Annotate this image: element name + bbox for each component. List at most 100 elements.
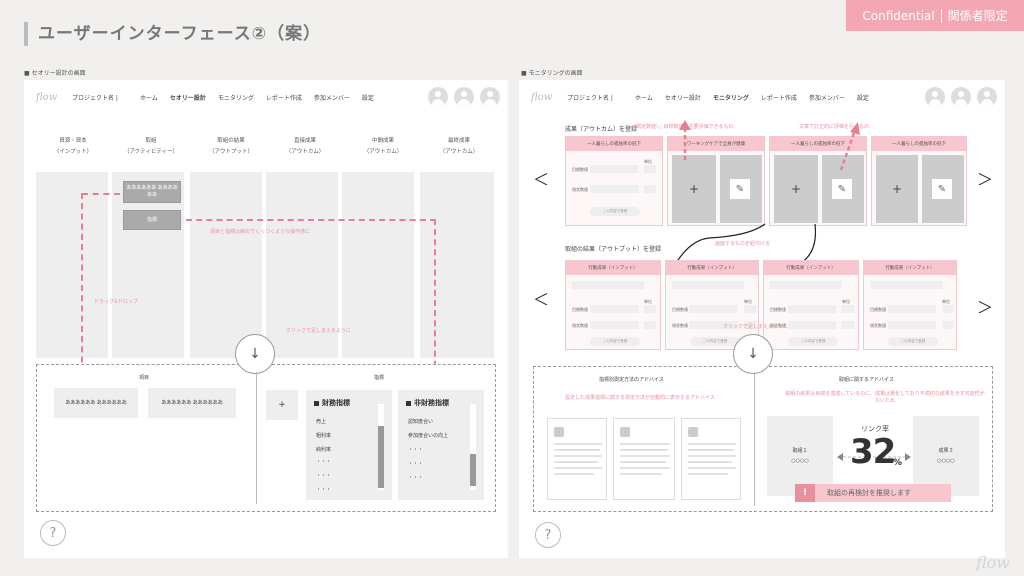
text-line [620, 443, 670, 445]
item-card[interactable]: ああああああ ああああああ [148, 388, 236, 418]
item-card[interactable]: ああああああ ああああああ [54, 388, 138, 418]
arrow-down-icon[interactable]: ↓ [733, 334, 773, 374]
advice-card[interactable] [681, 418, 741, 500]
avatar[interactable] [480, 87, 500, 107]
unit-select[interactable] [842, 305, 854, 313]
output-input[interactable] [672, 281, 744, 289]
register-button[interactable]: この内容で登録 [590, 337, 640, 346]
text-line [688, 461, 732, 463]
indicator-card[interactable]: 指標 [123, 210, 181, 230]
chevron-right-icon[interactable]: ＞ [977, 294, 993, 318]
scroll-thumb[interactable] [378, 426, 384, 488]
current-value-input[interactable] [888, 321, 936, 329]
help-icon[interactable]: ? [535, 522, 561, 548]
activity-sub: ○○○○ [791, 457, 809, 464]
add-hint: クリックで足しまえるように [286, 328, 351, 334]
register-button[interactable]: この内容で登録 [888, 337, 938, 346]
scroll-thumb[interactable] [470, 454, 476, 486]
app-logo[interactable]: flow [531, 92, 567, 103]
reconsider-alert-button[interactable]: ! 取組の再検討を推奨します [795, 484, 951, 502]
list-item: ・・・ [316, 487, 332, 493]
avatar[interactable] [925, 87, 945, 107]
target-value-input[interactable] [690, 305, 738, 313]
list-item[interactable]: 粗利率 [316, 432, 331, 439]
add-image-button[interactable]: + [774, 155, 818, 223]
nav-settings[interactable]: 設定 [857, 93, 869, 102]
confidential-label: Confidential [862, 8, 935, 23]
advice-card[interactable] [613, 418, 675, 500]
current-value-input[interactable] [788, 321, 836, 329]
app-logo[interactable]: flow [36, 92, 72, 103]
add-indicator-button[interactable]: + [266, 390, 298, 420]
unit-select[interactable] [644, 165, 656, 173]
register-button[interactable]: この内容で登録 [788, 337, 838, 346]
register-button[interactable]: この内容で登録 [690, 337, 740, 346]
output-input[interactable] [870, 281, 942, 289]
nav-home[interactable]: ホーム [140, 93, 158, 102]
drop-column[interactable] [420, 172, 494, 358]
output-input[interactable] [572, 281, 644, 289]
avatar[interactable] [951, 87, 971, 107]
pencil-icon[interactable]: ✎ [730, 179, 750, 199]
unit-select[interactable] [942, 305, 954, 313]
nav-members[interactable]: 参加メンバー [809, 93, 845, 102]
pencil-icon[interactable]: ✎ [832, 179, 852, 199]
nav-monitoring[interactable]: モニタリング [713, 93, 749, 102]
avatar[interactable] [428, 87, 448, 107]
indicators-title: 指標 [374, 375, 385, 381]
chevron-right-icon[interactable]: ＞ [977, 166, 993, 190]
nav-monitoring[interactable]: モニタリング [218, 93, 254, 102]
help-icon[interactable]: ? [40, 520, 66, 546]
drop-column[interactable] [190, 172, 262, 358]
nav-home[interactable]: ホーム [635, 93, 653, 102]
target-value-input[interactable] [788, 305, 836, 313]
unit-select[interactable] [842, 321, 854, 329]
outcome-name: 成果３ [938, 447, 954, 454]
avatar[interactable] [977, 87, 997, 107]
unit-select[interactable] [644, 185, 656, 193]
list-item[interactable]: 認知度合い [408, 418, 433, 425]
text-line [620, 455, 670, 457]
financial-indicator-title: 財務指標 [314, 398, 350, 408]
project-name[interactable]: プロジェクト名 | [72, 93, 140, 102]
target-value-input[interactable] [888, 305, 936, 313]
measurement-advice-title: 指標別測定方法のアドバイス [599, 377, 664, 383]
output-card: 行動成果（インプット） 目標数値 単位 現状数値 この内容で登録 [763, 260, 859, 350]
nav-members[interactable]: 参加メンバー [314, 93, 350, 102]
target-value-input[interactable] [590, 165, 638, 173]
arrow-down-icon[interactable]: ↓ [235, 334, 275, 374]
field-label: 目標数値 [870, 307, 886, 312]
unit-select[interactable] [644, 321, 656, 329]
chevron-left-icon[interactable]: ＜ [533, 166, 549, 190]
list-item[interactable]: 参加度合いの向上 [408, 432, 448, 439]
chevron-left-icon[interactable]: ＜ [533, 286, 549, 310]
card-title: 一人暮らしの孤独率の低下 [566, 137, 662, 151]
current-value-input[interactable] [590, 321, 638, 329]
register-button[interactable]: この内容で登録 [590, 207, 640, 216]
output-input[interactable] [770, 281, 842, 289]
unit-select[interactable] [744, 305, 756, 313]
nav-theory-design[interactable]: セオリー設計 [665, 93, 701, 102]
advice-card[interactable] [547, 418, 607, 500]
nav-report[interactable]: レポート作成 [266, 93, 302, 102]
project-name[interactable]: プロジェクト名 | [567, 93, 635, 102]
pencil-icon[interactable]: ✎ [932, 179, 952, 199]
add-image-button[interactable]: + [876, 155, 918, 223]
activity-card[interactable]: ああああああ ああああああ [123, 181, 181, 203]
drop-column[interactable] [342, 172, 414, 358]
unit-select[interactable] [942, 321, 954, 329]
drop-column[interactable] [36, 172, 108, 358]
list-item[interactable]: 純利率 [316, 446, 331, 453]
add-image-button[interactable]: + [672, 155, 716, 223]
avatar[interactable] [454, 87, 474, 107]
field-label: 現状数値 [572, 187, 588, 192]
nav-settings[interactable]: 設定 [362, 93, 374, 102]
current-value-input[interactable] [590, 185, 638, 193]
list-item[interactable]: 売上 [316, 418, 326, 425]
unit-select[interactable] [644, 305, 656, 313]
output-card: 行動成果（インプット） 目標数値 単位 現状数値 この内容で登録 [565, 260, 661, 350]
target-value-input[interactable] [590, 305, 638, 313]
nav-report[interactable]: レポート作成 [761, 93, 797, 102]
nav-theory-design[interactable]: セオリー設計 [170, 93, 206, 102]
divider [754, 372, 755, 506]
